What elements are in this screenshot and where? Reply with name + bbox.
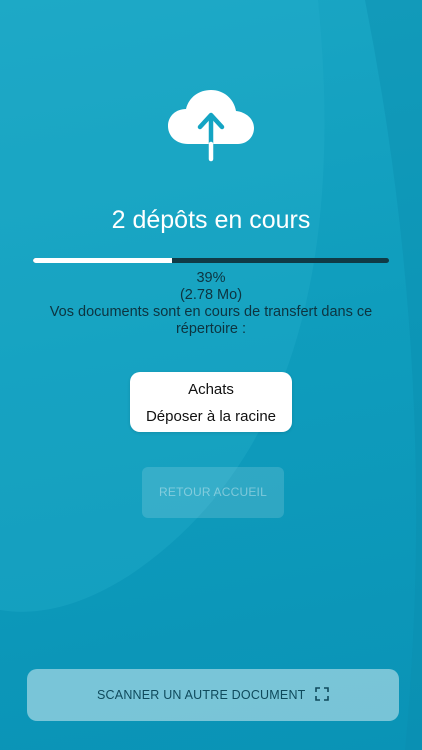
upload-message: Vos documents sont en cours de transfert… [49, 304, 373, 337]
upload-progress-fill [33, 258, 172, 263]
scan-another-button[interactable]: SCANNER UN AUTRE DOCUMENT [27, 669, 399, 721]
scan-frame-icon [315, 687, 329, 702]
upload-size: (2.78 Mo) [179, 287, 243, 303]
home-button[interactable]: RETOUR ACCUEIL [142, 467, 284, 518]
progress-percent: 39% [196, 270, 226, 286]
upload-progress-bar [33, 258, 389, 263]
cloud-upload-icon [168, 90, 254, 162]
upload-status: 39% (2.78 Mo) Vos documents sont en cour… [20, 270, 402, 338]
folder-item-achats[interactable]: Achats [130, 376, 292, 403]
folder-selection-card: Achats Déposer à la racine [130, 372, 292, 432]
scan-button-label: SCANNER UN AUTRE DOCUMENT [97, 688, 306, 702]
folder-item-root[interactable]: Déposer à la racine [130, 403, 292, 430]
upload-title: 2 dépôts en cours [111, 206, 311, 234]
